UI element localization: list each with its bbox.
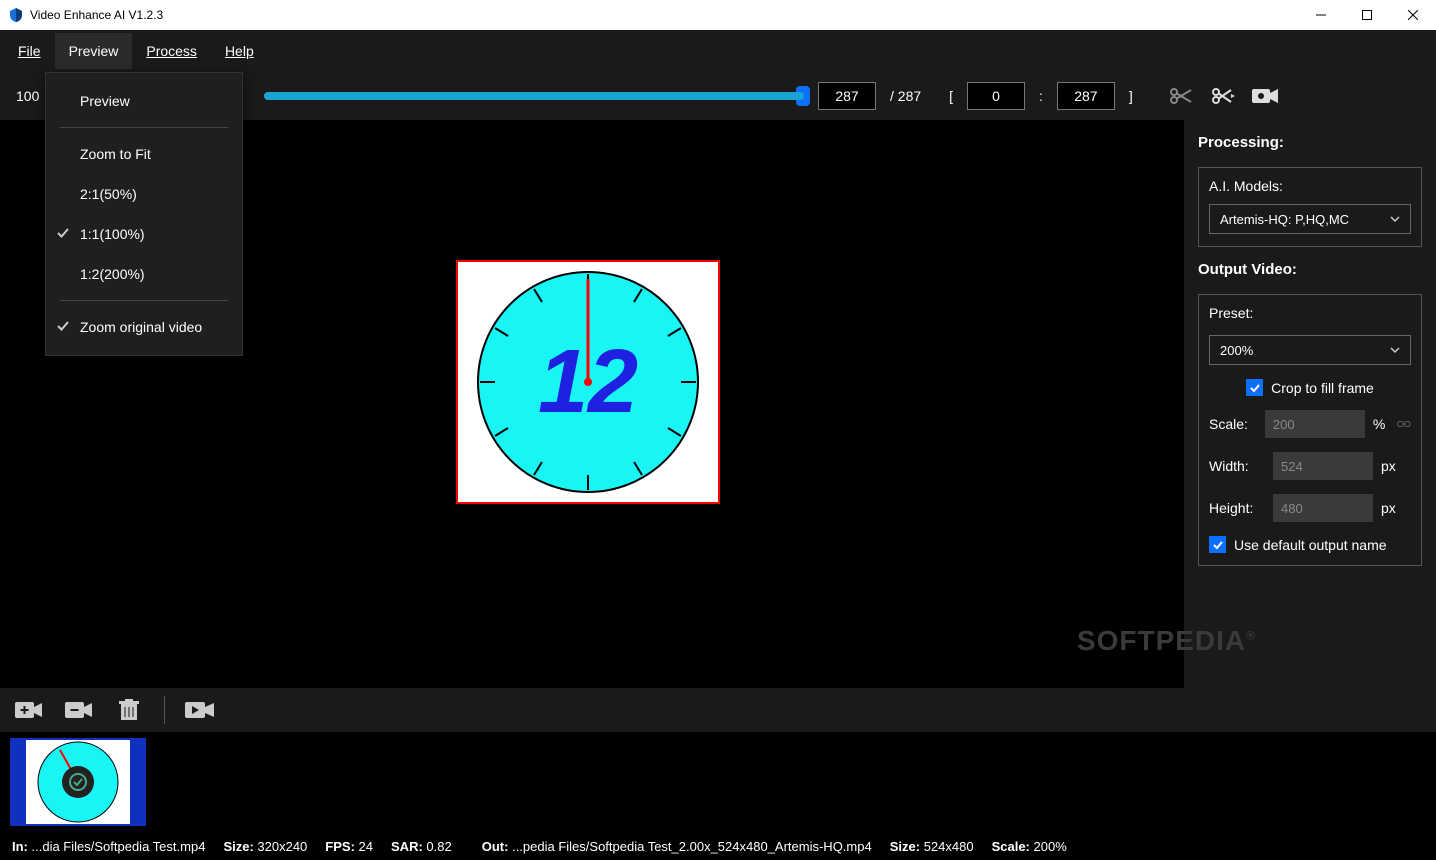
menu-process[interactable]: Process	[132, 33, 211, 69]
menu-preview[interactable]: Preview	[55, 33, 133, 69]
preset-label: Preset:	[1209, 305, 1411, 321]
height-unit: px	[1381, 500, 1396, 516]
bracket-right: ]	[1129, 88, 1133, 104]
cut-start-icon[interactable]	[1167, 85, 1195, 107]
scale-unit: %	[1373, 416, 1385, 432]
cut-end-icon[interactable]	[1209, 85, 1237, 107]
toolbar-separator	[164, 696, 165, 724]
remove-video-button[interactable]	[64, 697, 94, 723]
process-button[interactable]	[185, 697, 215, 723]
default-name-label: Use default output name	[1234, 537, 1387, 553]
bracket-left: [	[949, 88, 953, 104]
check-icon	[56, 319, 70, 333]
width-label: Width:	[1209, 458, 1265, 474]
trash-button[interactable]	[114, 697, 144, 723]
menu-separator	[60, 127, 228, 128]
scale-label: Scale:	[1209, 416, 1257, 432]
total-frames-label: / 287	[890, 88, 921, 104]
ai-models-label: A.I. Models:	[1209, 178, 1411, 194]
preview-menu-zoom-100[interactable]: 1:1(100%)	[46, 214, 242, 254]
menu-bar: File Preview Process Help	[0, 30, 1436, 72]
chevron-down-icon	[1390, 214, 1400, 224]
slider-handle[interactable]	[796, 86, 810, 106]
link-icon[interactable]	[1397, 417, 1411, 431]
preview-menu-preview[interactable]: Preview	[46, 81, 242, 121]
minimize-button[interactable]	[1298, 0, 1344, 30]
app-logo-icon	[8, 7, 24, 23]
check-icon	[56, 226, 70, 240]
current-frame-input[interactable]	[818, 82, 876, 110]
ai-models-box: A.I. Models: Artemis-HQ: P,HQ,MC	[1198, 167, 1422, 247]
scale-input[interactable]	[1265, 410, 1365, 438]
maximize-button[interactable]	[1344, 0, 1390, 30]
window-title: Video Enhance AI V1.2.3	[30, 8, 163, 22]
title-bar: Video Enhance AI V1.2.3	[0, 0, 1436, 30]
preview-menu-zoom-200[interactable]: 1:2(200%)	[46, 254, 242, 294]
settings-panel: Processing: A.I. Models: Artemis-HQ: P,H…	[1184, 120, 1436, 688]
preview-menu-zoom-50[interactable]: 2:1(50%)	[46, 174, 242, 214]
clock-image: 12	[473, 267, 703, 497]
timeline-slider[interactable]	[264, 92, 804, 100]
output-video-heading: Output Video:	[1198, 261, 1422, 278]
default-name-checkbox[interactable]	[1209, 536, 1226, 553]
end-frame-input[interactable]	[1057, 82, 1115, 110]
chevron-down-icon	[1390, 345, 1400, 355]
height-label: Height:	[1209, 500, 1265, 516]
preview-menu-zoom-fit[interactable]: Zoom to Fit	[46, 134, 242, 174]
menu-separator	[60, 300, 228, 301]
close-button[interactable]	[1390, 0, 1436, 30]
frame-colon: :	[1039, 88, 1043, 104]
width-input[interactable]	[1273, 452, 1373, 480]
crop-fill-checkbox[interactable]	[1246, 379, 1263, 396]
preview-dropdown-menu: Preview Zoom to Fit 2:1(50%) 1:1(100%) 1…	[45, 72, 243, 356]
menu-help[interactable]: Help	[211, 33, 268, 69]
height-input[interactable]	[1273, 494, 1373, 522]
crop-fill-label: Crop to fill frame	[1271, 380, 1374, 396]
output-video-box: Preset: 200% Crop to fill frame Scale: %…	[1198, 294, 1422, 566]
menu-file[interactable]: File	[4, 33, 55, 69]
status-bar: In: ...dia Files/Softpedia Test.mp4 Size…	[0, 832, 1436, 860]
camera-icon[interactable]	[1251, 85, 1279, 107]
add-video-button[interactable]	[14, 697, 44, 723]
queue-toolbar	[0, 688, 1436, 732]
preview-menu-zoom-original[interactable]: Zoom original video	[46, 307, 242, 347]
queue-strip	[0, 732, 1436, 832]
preview-frame: 12	[456, 260, 720, 504]
processing-heading: Processing:	[1198, 134, 1422, 151]
start-frame-input[interactable]	[967, 82, 1025, 110]
watermark: SOFTPEDIA®	[1077, 625, 1256, 657]
ai-model-dropdown[interactable]: Artemis-HQ: P,HQ,MC	[1209, 204, 1411, 234]
queue-thumbnail[interactable]	[10, 738, 146, 826]
preset-dropdown[interactable]: 200%	[1209, 335, 1411, 365]
width-unit: px	[1381, 458, 1396, 474]
